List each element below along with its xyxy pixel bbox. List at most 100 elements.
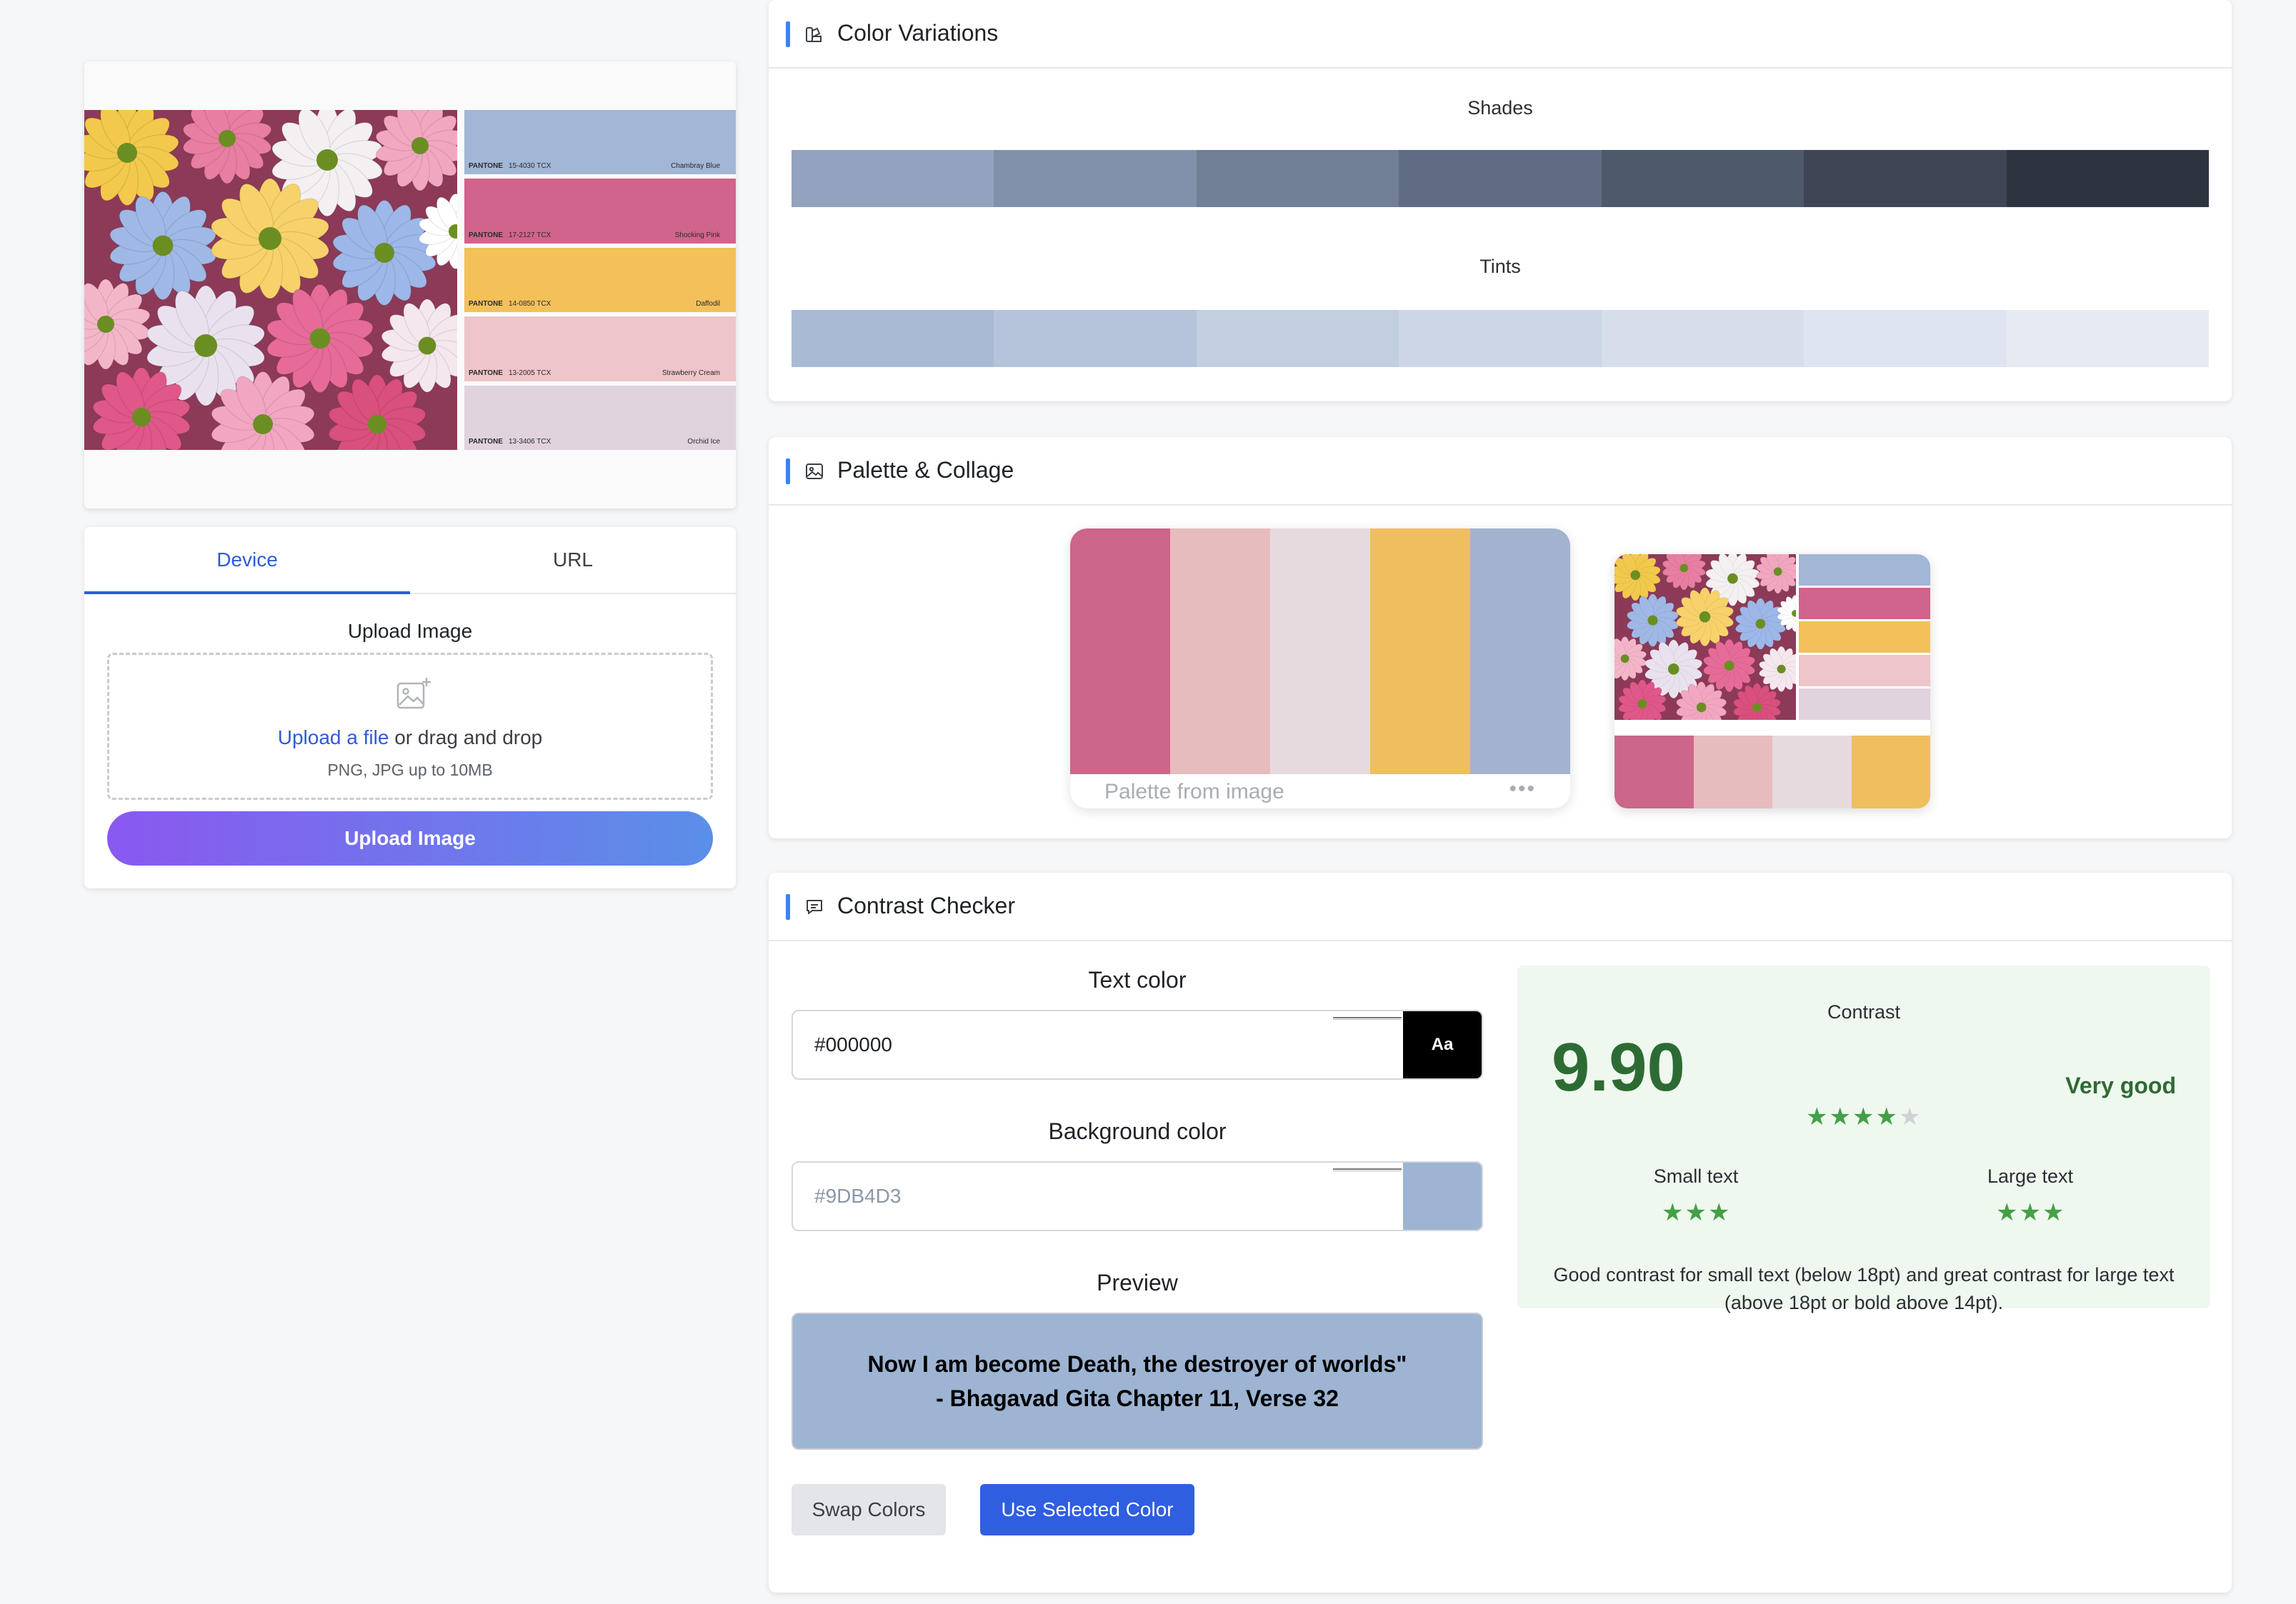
collage-pantone-chip [1799,655,1930,686]
background-color-label: Background color [1048,1118,1227,1144]
pantone-code: 13-2005 TCX [508,369,551,377]
pantone-code: 13-3406 TCX [508,438,551,446]
palette-swatch[interactable] [1470,528,1570,774]
palette-swatch[interactable] [1370,528,1470,774]
palette-swatch[interactable] [1270,528,1370,774]
section-header: Palette & Collage [769,437,2232,506]
pantone-chips: PANTONE 15-4030 TCX Chambray Blue PANTONE… [464,110,736,451]
pantone-code: 17-2127 TCX [508,231,551,239]
pantone-chip: PANTONE 13-3406 TCX Orchid Ice [464,385,736,451]
collage-palette-swatch[interactable] [1772,736,1852,808]
pantone-name: Shocking Pink [674,231,720,239]
pantone-brand: PANTONE [469,300,503,309]
collage-palette-swatch[interactable] [1693,736,1772,808]
text-color-label: Text color [1088,967,1187,993]
dropzone[interactable]: Upload a file or drag and drop PNG, JPG … [107,653,713,800]
pantone-name: Chambray Blue [671,162,720,171]
shade-swatch[interactable] [2006,150,2209,207]
tint-swatch[interactable] [2006,310,2209,367]
contrast-result-panel: Contrast 9.90 Very good ★★★★★ Small text… [1517,966,2210,1313]
tab-url[interactable]: URL [410,527,736,593]
swap-colors-button[interactable]: Swap Colors [792,1484,946,1535]
star-filled-icon: ★ [1875,1103,1899,1131]
upload-file-link[interactable]: Upload a file [278,726,389,748]
tint-swatch[interactable] [1399,310,1602,367]
pantone-code: 14-0850 TCX [508,300,551,309]
text-color-swatch[interactable]: Aa [1403,1011,1482,1078]
section-title: Contrast Checker [837,893,1015,918]
pantone-code: 15-4030 TCX [508,162,551,171]
collage-pantone-chips [1799,554,1930,720]
section-title: Color Variations [837,20,999,46]
collage-pantone-chip [1799,621,1930,653]
section-header: Contrast Checker [769,873,2232,941]
pantone-chip: PANTONE 13-2005 TCX Strawberry Cream [464,316,736,381]
contrast-checker-section: Contrast Checker Text color Aa Backgroun… [769,873,2232,1593]
text-color-input[interactable] [793,1011,1406,1078]
overall-stars-icon: ★★★★★ [1806,1103,1922,1131]
preview-box: Now I am become Death, the destroyer of … [792,1313,1483,1450]
tab-device[interactable]: Device [84,527,410,594]
resize-grip-icon [1333,1017,1402,1020]
palette-swatch[interactable] [1070,528,1170,774]
star-filled-icon: ★ [2042,1199,2066,1226]
shade-swatch[interactable] [1399,150,1602,207]
pantone-name: Daffodil [696,300,720,309]
tint-swatch[interactable] [1601,310,1805,367]
use-selected-color-button[interactable]: Use Selected Color [980,1484,1194,1535]
tint-swatch[interactable] [1196,310,1399,367]
collage-photo [1614,554,1796,720]
pantone-brand: PANTONE [469,438,503,446]
collage-palette-swatch[interactable] [1614,736,1694,808]
shade-swatch[interactable] [792,150,994,207]
contrast-rating: Very good [2065,1073,2176,1098]
shades-label: Shades [1467,97,1533,119]
star-filled-icon: ★ [1707,1199,1732,1226]
shade-swatch[interactable] [1804,150,2007,207]
contrast-heading: Contrast [1827,1001,1901,1023]
section-accent-bar [786,21,790,47]
contrast-ratio: 9.90 [1552,1029,1685,1106]
tint-swatch[interactable] [994,310,1197,367]
palette-swatch[interactable] [1170,528,1270,774]
collage-photo-art [1614,554,1796,720]
shade-swatch[interactable] [1196,150,1399,207]
preview-attribution: - Bhagavad Gita Chapter 11, Verse 32 [936,1385,1339,1411]
drop-text: Upload a file or drag and drop [109,726,711,749]
pantone-chip: PANTONE 14-0850 TCX Daffodil [464,247,736,313]
pantone-brand: PANTONE [469,162,503,171]
star-filled-icon: ★ [1852,1103,1876,1131]
contrast-description: Good contrast for small text (below 18pt… [1553,1264,2175,1314]
section-title: Palette & Collage [837,457,1014,483]
shade-swatch[interactable] [994,150,1197,207]
shades-strip [792,150,2209,207]
collage-pantone-chip [1799,588,1930,619]
source-image-card: PANTONE 15-4030 TCX Chambray Blue PANTONE… [84,61,736,508]
tint-swatch[interactable] [792,310,994,367]
section-accent-bar [786,894,790,920]
message-square-icon [807,900,822,914]
background-color-input[interactable] [793,1163,1406,1230]
star-filled-icon: ★ [1662,1199,1685,1226]
star-filled-icon: ★ [1806,1103,1830,1131]
section-header: Color Variations [769,0,2232,69]
small-text-stars-icon: ★★★ [1662,1198,1731,1227]
palette-caption: Palette from image [1104,780,1284,803]
palette-card[interactable]: Palette from image ••• [1070,528,1570,808]
upload-image-button[interactable]: Upload Image [107,811,713,866]
collage-pantone-chip [1799,688,1930,720]
source-tabs: Device URL [84,527,736,594]
tint-swatch[interactable] [1804,310,2007,367]
large-text-label: Large text [1987,1166,2074,1187]
collage-card[interactable] [1614,554,1930,808]
shade-swatch[interactable] [1601,150,1805,207]
preview-label: Preview [1097,1270,1178,1295]
more-options-icon[interactable]: ••• [1509,777,1536,801]
pantone-brand: PANTONE [469,231,503,239]
background-color-swatch[interactable] [1403,1163,1482,1230]
collage-palette-swatch[interactable] [1851,736,1930,808]
flower-photo [84,110,457,450]
image-icon [806,463,823,479]
star-filled-icon: ★ [1996,1199,2020,1226]
color-variations-section: Color Variations Shades Tints [769,0,2232,401]
